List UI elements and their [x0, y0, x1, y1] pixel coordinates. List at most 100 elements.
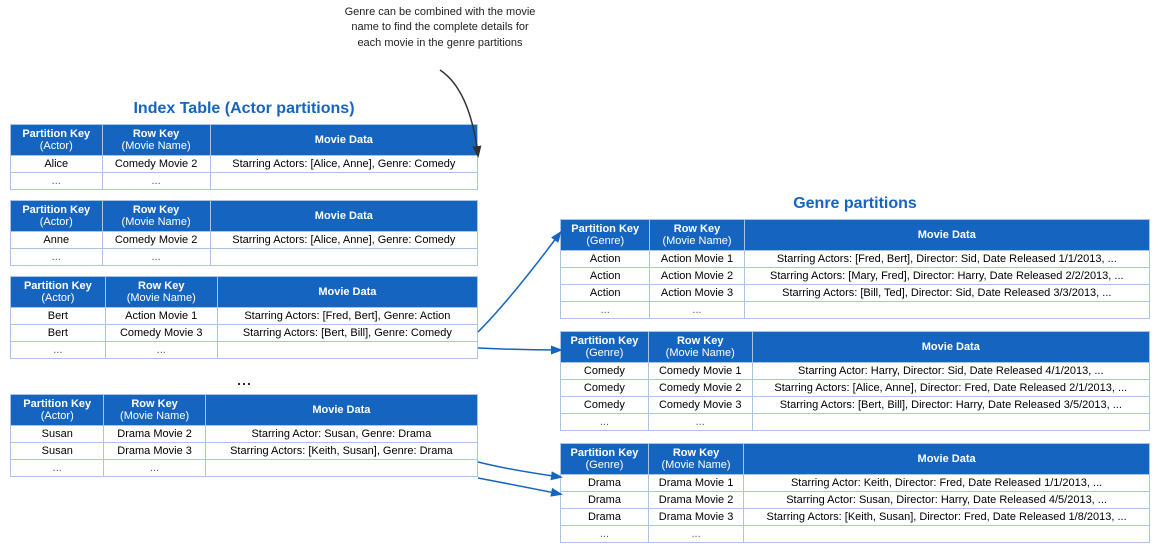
- table-row: Comedy Comedy Movie 1 Starring Actor: Ha…: [561, 363, 1150, 380]
- movie-data: Starring Actors: [Keith, Susan], Directo…: [744, 509, 1150, 526]
- partition-key: Anne: [11, 232, 103, 249]
- genre-col1-header: Partition Key(Genre): [561, 444, 649, 475]
- right-section: Genre partitions Partition Key(Genre) Ro…: [560, 195, 1150, 555]
- row-key: Comedy Movie 2: [102, 156, 210, 173]
- drama-genre-table: Partition Key(Genre) Row Key(Movie Name)…: [560, 443, 1150, 543]
- table-row: Drama Drama Movie 1 Starring Actor: Keit…: [561, 475, 1150, 492]
- annotation-box: Genre can be combined with the movie nam…: [340, 5, 540, 51]
- partition-key: Drama: [561, 475, 649, 492]
- comedy-genre-table: Partition Key(Genre) Row Key(Movie Name)…: [560, 331, 1150, 431]
- table-row-ellipsis: ... ...: [11, 342, 478, 359]
- row-key: Comedy Movie 1: [648, 363, 752, 380]
- genre-col2-header: Row Key(Movie Name): [648, 444, 743, 475]
- row-key: Drama Movie 2: [648, 492, 743, 509]
- alice-table-wrapper: Partition Key(Actor) Row Key(Movie Name)…: [10, 124, 478, 190]
- table-row-ellipsis: ... ...: [561, 526, 1150, 543]
- partition-key: Action: [561, 268, 650, 285]
- bert-table: Partition Key(Actor) Row Key(Movie Name)…: [10, 276, 478, 359]
- ellipsis-dots: ...: [10, 369, 478, 390]
- table-row: Drama Drama Movie 2 Starring Actor: Susa…: [561, 492, 1150, 509]
- movie-data: Starring Actors: [Bill, Ted], Director: …: [744, 285, 1149, 302]
- actor-col3-header: Movie Data: [210, 125, 477, 156]
- actor-col1-header: Partition Key(Actor): [11, 277, 106, 308]
- actor-col1-header: Partition Key(Actor): [11, 395, 104, 426]
- drama-table-wrapper: Partition Key(Genre) Row Key(Movie Name)…: [560, 443, 1150, 543]
- table-row: Comedy Comedy Movie 2 Starring Actors: […: [561, 380, 1150, 397]
- genre-col1-header: Partition Key(Genre): [561, 332, 649, 363]
- row-key: Drama Movie 1: [648, 475, 743, 492]
- table-row: Action Action Movie 1 Starring Actors: […: [561, 251, 1150, 268]
- comedy-table-wrapper: Partition Key(Genre) Row Key(Movie Name)…: [560, 331, 1150, 431]
- actor-col2-header: Row Key(Movie Name): [102, 125, 210, 156]
- partition-key: Action: [561, 251, 650, 268]
- action-table-wrapper: Partition Key(Genre) Row Key(Movie Name)…: [560, 219, 1150, 319]
- genre-col3-header: Movie Data: [744, 220, 1149, 251]
- susan-table-wrapper: Partition Key(Actor) Row Key(Movie Name)…: [10, 394, 478, 477]
- anne-table-wrapper: Partition Key(Actor) Row Key(Movie Name)…: [10, 200, 478, 266]
- movie-data: Starring Actor: Harry, Director: Sid, Da…: [752, 363, 1149, 380]
- movie-data: Starring Actors: [Fred, Bert], Director:…: [744, 251, 1149, 268]
- genre-col2-header: Row Key(Movie Name): [648, 332, 752, 363]
- partition-key: Susan: [11, 443, 104, 460]
- row-key: Action Movie 2: [650, 268, 744, 285]
- table-row-ellipsis: ... ...: [11, 173, 478, 190]
- partition-key: Drama: [561, 492, 649, 509]
- table-row: Anne Comedy Movie 2 Starring Actors: [Al…: [11, 232, 478, 249]
- movie-data: Starring Actor: Keith, Director: Fred, D…: [744, 475, 1150, 492]
- row-key: Drama Movie 3: [648, 509, 743, 526]
- row-key: Comedy Movie 3: [648, 397, 752, 414]
- movie-data: Starring Actor: Susan, Director: Harry, …: [744, 492, 1150, 509]
- table-row: Action Action Movie 2 Starring Actors: […: [561, 268, 1150, 285]
- actor-col1-header: Partition Key(Actor): [11, 125, 103, 156]
- row-key: Action Movie 1: [650, 251, 744, 268]
- table-row: Drama Drama Movie 3 Starring Actors: [Ke…: [561, 509, 1150, 526]
- table-row-ellipsis: ... ...: [561, 414, 1150, 431]
- bert-table-wrapper: Partition Key(Actor) Row Key(Movie Name)…: [10, 276, 478, 359]
- action-genre-table: Partition Key(Genre) Row Key(Movie Name)…: [560, 219, 1150, 319]
- actor-col2-header: Row Key(Movie Name): [102, 201, 210, 232]
- row-key: Comedy Movie 2: [648, 380, 752, 397]
- partition-key: Bert: [11, 325, 106, 342]
- movie-data: Starring Actors: [Fred, Bert], Genre: Ac…: [217, 308, 477, 325]
- row-key: Comedy Movie 2: [102, 232, 210, 249]
- genre-col3-header: Movie Data: [752, 332, 1149, 363]
- movie-data: Starring Actors: [Bert, Bill], Director:…: [752, 397, 1149, 414]
- partition-key: Susan: [11, 426, 104, 443]
- actor-col3-header: Movie Data: [205, 395, 477, 426]
- row-key: Action Movie 3: [650, 285, 744, 302]
- table-row-ellipsis: ... ...: [11, 249, 478, 266]
- actor-col3-header: Movie Data: [217, 277, 477, 308]
- actor-col2-header: Row Key(Movie Name): [104, 395, 205, 426]
- partition-key: Action: [561, 285, 650, 302]
- annotation-text: Genre can be combined with the movie nam…: [345, 6, 536, 49]
- actor-col2-header: Row Key(Movie Name): [105, 277, 217, 308]
- table-row: Susan Drama Movie 2 Starring Actor: Susa…: [11, 426, 478, 443]
- anne-table: Partition Key(Actor) Row Key(Movie Name)…: [10, 200, 478, 266]
- table-row-ellipsis: ... ...: [561, 302, 1150, 319]
- left-section-title: Index Table (Actor partitions): [10, 100, 478, 118]
- alice-table: Partition Key(Actor) Row Key(Movie Name)…: [10, 124, 478, 190]
- partition-key: Comedy: [561, 363, 649, 380]
- row-key: Action Movie 1: [105, 308, 217, 325]
- left-section: Index Table (Actor partitions) Partition…: [10, 100, 478, 487]
- right-section-title: Genre partitions: [560, 195, 1150, 213]
- genre-col3-header: Movie Data: [744, 444, 1150, 475]
- partition-key: Alice: [11, 156, 103, 173]
- movie-data: Starring Actor: Susan, Genre: Drama: [205, 426, 477, 443]
- genre-col1-header: Partition Key(Genre): [561, 220, 650, 251]
- table-row: Bert Action Movie 1 Starring Actors: [Fr…: [11, 308, 478, 325]
- partition-key: Drama: [561, 509, 649, 526]
- movie-data: Starring Actors: [Bert, Bill], Genre: Co…: [217, 325, 477, 342]
- table-row: Comedy Comedy Movie 3 Starring Actors: […: [561, 397, 1150, 414]
- genre-col2-header: Row Key(Movie Name): [650, 220, 744, 251]
- movie-data: Starring Actors: [Mary, Fred], Director:…: [744, 268, 1149, 285]
- row-key: Drama Movie 2: [104, 426, 205, 443]
- partition-key: Comedy: [561, 397, 649, 414]
- movie-data: Starring Actors: [Keith, Susan], Genre: …: [205, 443, 477, 460]
- table-row-ellipsis: ... ...: [11, 460, 478, 477]
- table-row: Alice Comedy Movie 2 Starring Actors: [A…: [11, 156, 478, 173]
- actor-col1-header: Partition Key(Actor): [11, 201, 103, 232]
- partition-key: Comedy: [561, 380, 649, 397]
- table-row: Action Action Movie 3 Starring Actors: […: [561, 285, 1150, 302]
- movie-data: Starring Actors: [Alice, Anne], Genre: C…: [210, 232, 477, 249]
